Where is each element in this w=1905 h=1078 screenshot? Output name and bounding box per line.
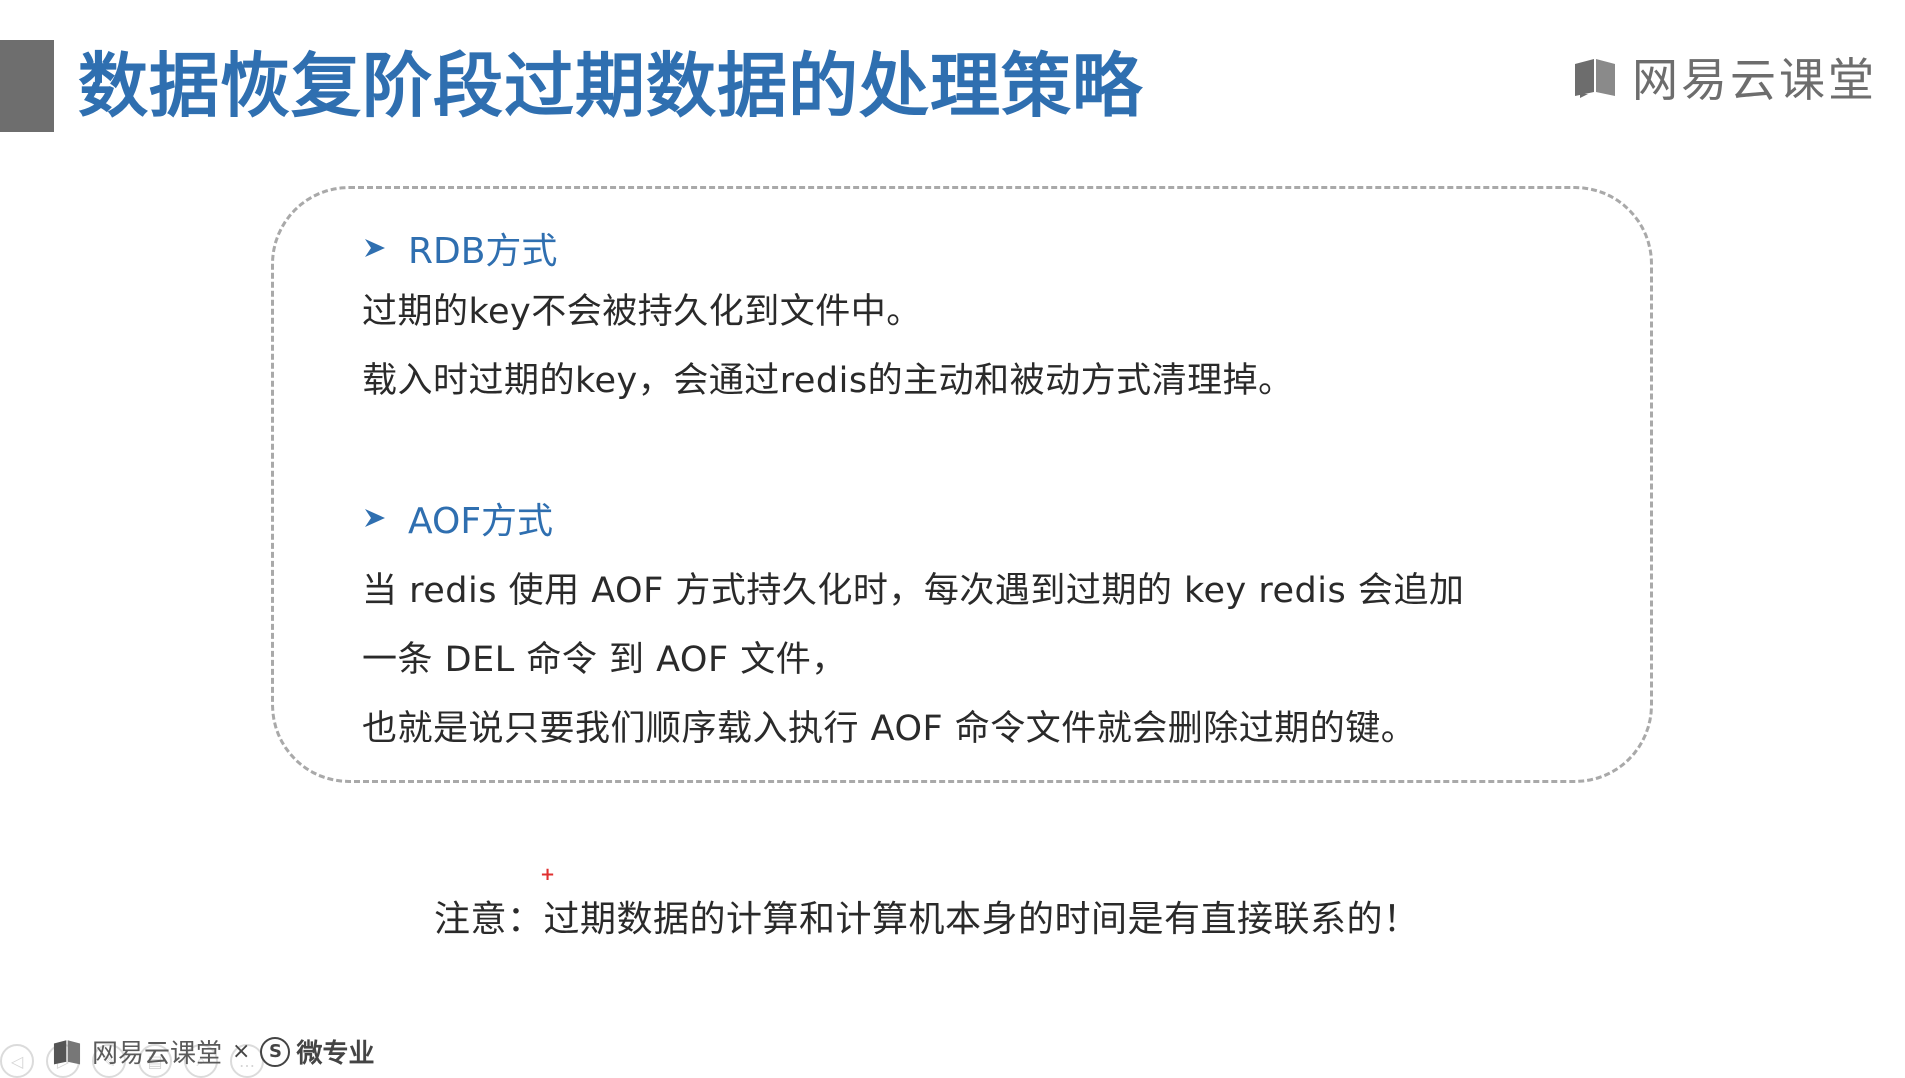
netease-logo-icon <box>53 1039 81 1064</box>
rdb-line-1: 过期的key不会被持久化到文件中。 <box>362 292 922 332</box>
slide-title: 数据恢复阶段过期数据的处理策略 <box>78 45 1143 127</box>
footer-brand-name: 网易云课堂 <box>92 1039 223 1069</box>
section-heading-aof: AOF方式 <box>362 492 553 544</box>
arrow-bullet-icon <box>365 509 385 527</box>
section-heading-rdb: RDB方式 <box>362 222 557 274</box>
note-text: 注意：过期数据的计算和计算机本身的时间是有直接联系的！ <box>434 899 1420 940</box>
partner-logo-icon: S <box>260 1036 291 1067</box>
slide: 数据恢复阶段过期数据的处理策略 网易云课堂 RDB方式 过期的key不会被持久化… <box>0 0 1905 1078</box>
title-accent-bar <box>0 40 54 132</box>
brand-name: 网易云课堂 <box>1632 53 1877 107</box>
aof-line-3: 也就是说只要我们顺序载入执行 AOF 命令文件就会删除过期的键。 <box>362 709 1417 749</box>
footer-brand: 网易云课堂 × S 微专业 <box>52 1033 374 1070</box>
section-heading-label: RDB方式 <box>408 231 558 272</box>
partner-name: 微专业 <box>296 1039 375 1069</box>
aof-line-1: 当 redis 使用 AOF 方式持久化时，每次遇到过期的 key redis … <box>362 571 1465 611</box>
rdb-line-2: 载入时过期的key，会通过redis的主动和被动方式清理掉。 <box>362 361 1294 401</box>
partner-brand: S 微专业 <box>260 1033 374 1070</box>
aof-line-2: 一条 DEL 命令 到 AOF 文件， <box>362 640 847 680</box>
arrow-bullet-icon <box>365 239 385 257</box>
content-box <box>271 186 1653 783</box>
pointer-cursor-icon: + <box>540 864 556 885</box>
footer-separator: × <box>232 1039 251 1064</box>
section-heading-label: AOF方式 <box>408 501 554 542</box>
brand-header: 网易云课堂 <box>1572 44 1877 110</box>
netease-logo-icon <box>1572 56 1618 98</box>
